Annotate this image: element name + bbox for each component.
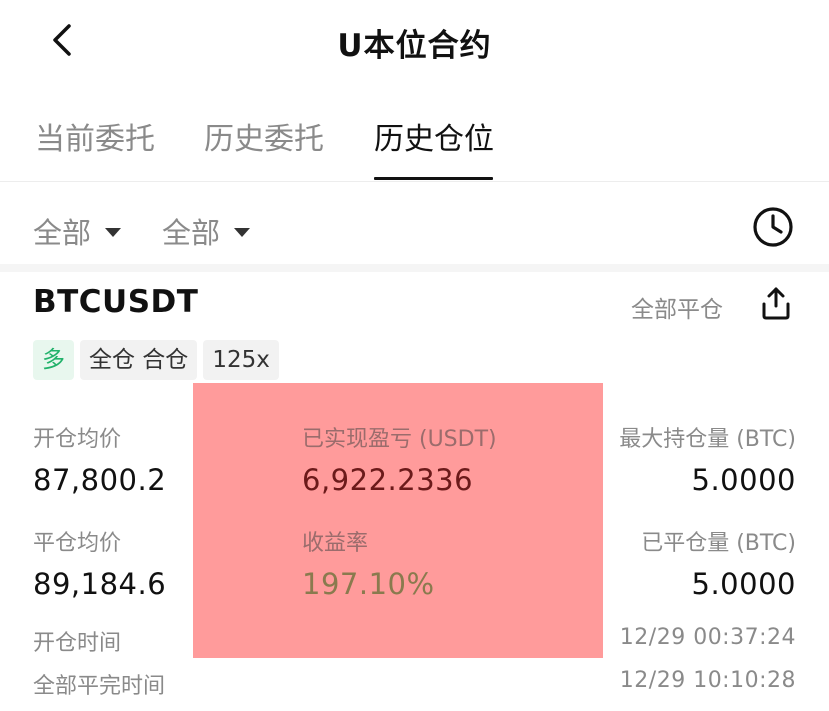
open-time-value: 12/29 00:37:24 (619, 625, 796, 650)
closed-qty-value: 5.0000 (691, 567, 796, 601)
page-title: U本位合约 (337, 28, 492, 64)
tab-bar: 当前委托 历史委托 历史仓位 (0, 100, 829, 182)
clock-icon (753, 207, 793, 247)
close-all-button[interactable]: 全部平仓 (631, 290, 723, 324)
max-position-size: 最大持仓量 (BTC) 5.0000 (619, 421, 796, 497)
open-avg-value: 87,800.2 (33, 463, 167, 497)
open-time-label: 开仓时间 (33, 631, 122, 656)
close-time-row: 全部平完时间 12/29 10:10:28 (33, 668, 796, 699)
share-icon (762, 287, 790, 320)
closed-quantity: 已平仓量 (BTC) 5.0000 (641, 525, 796, 601)
top-bar: U本位合约 (0, 0, 829, 86)
open-avg-price: 开仓均价 87,800.2 (33, 421, 166, 497)
roi-label: 收益率 (302, 531, 369, 556)
leverage-badge: 125x (203, 340, 279, 380)
closed-qty-label: 已平仓量 (BTC) (641, 531, 796, 556)
share-button[interactable] (756, 284, 796, 324)
margin-mode-badge: 全仓 合仓 (80, 340, 198, 380)
position-symbol: BTCUSDT (33, 284, 199, 320)
close-time-label: 全部平完时间 (33, 674, 166, 699)
tab-position-history[interactable]: 历史仓位 (374, 114, 494, 158)
caret-down-icon (105, 227, 122, 237)
tab-order-history[interactable]: 历史委托 (204, 114, 324, 158)
side-badge: 多 (33, 340, 74, 380)
tab-current-orders[interactable]: 当前委托 (35, 114, 155, 158)
open-time-row: 开仓时间 12/29 00:37:24 (33, 625, 796, 656)
filter-label: 全部 (33, 216, 92, 250)
close-avg-value: 89,184.6 (33, 567, 167, 601)
filter-dropdown-type[interactable]: 全部 (162, 210, 251, 252)
open-avg-label: 开仓均价 (33, 427, 122, 452)
roi-value: 197.10% (302, 567, 435, 601)
active-tab-indicator (374, 177, 493, 180)
close-avg-label: 平仓均价 (33, 531, 122, 556)
filter-label: 全部 (162, 216, 221, 250)
position-tags: 多 全仓 合仓 125x (33, 340, 279, 380)
realized-pnl: 已实现盈亏 (USDT) 6,922.2336 (302, 421, 497, 497)
caret-down-icon (234, 227, 251, 237)
max-hold-label: 最大持仓量 (BTC) (619, 427, 796, 452)
pnl-label: 已实现盈亏 (USDT) (302, 427, 497, 452)
return-rate: 收益率 197.10% (302, 525, 435, 601)
pnl-value: 6,922.2336 (302, 463, 474, 497)
filter-dropdown-symbol[interactable]: 全部 (33, 210, 122, 252)
max-hold-value: 5.0000 (691, 463, 796, 497)
close-avg-price: 平仓均价 89,184.6 (33, 525, 166, 601)
filter-bar: 全部 全部 (0, 182, 829, 272)
close-time-value: 12/29 10:10:28 (619, 668, 796, 693)
history-clock-button[interactable] (750, 204, 796, 250)
